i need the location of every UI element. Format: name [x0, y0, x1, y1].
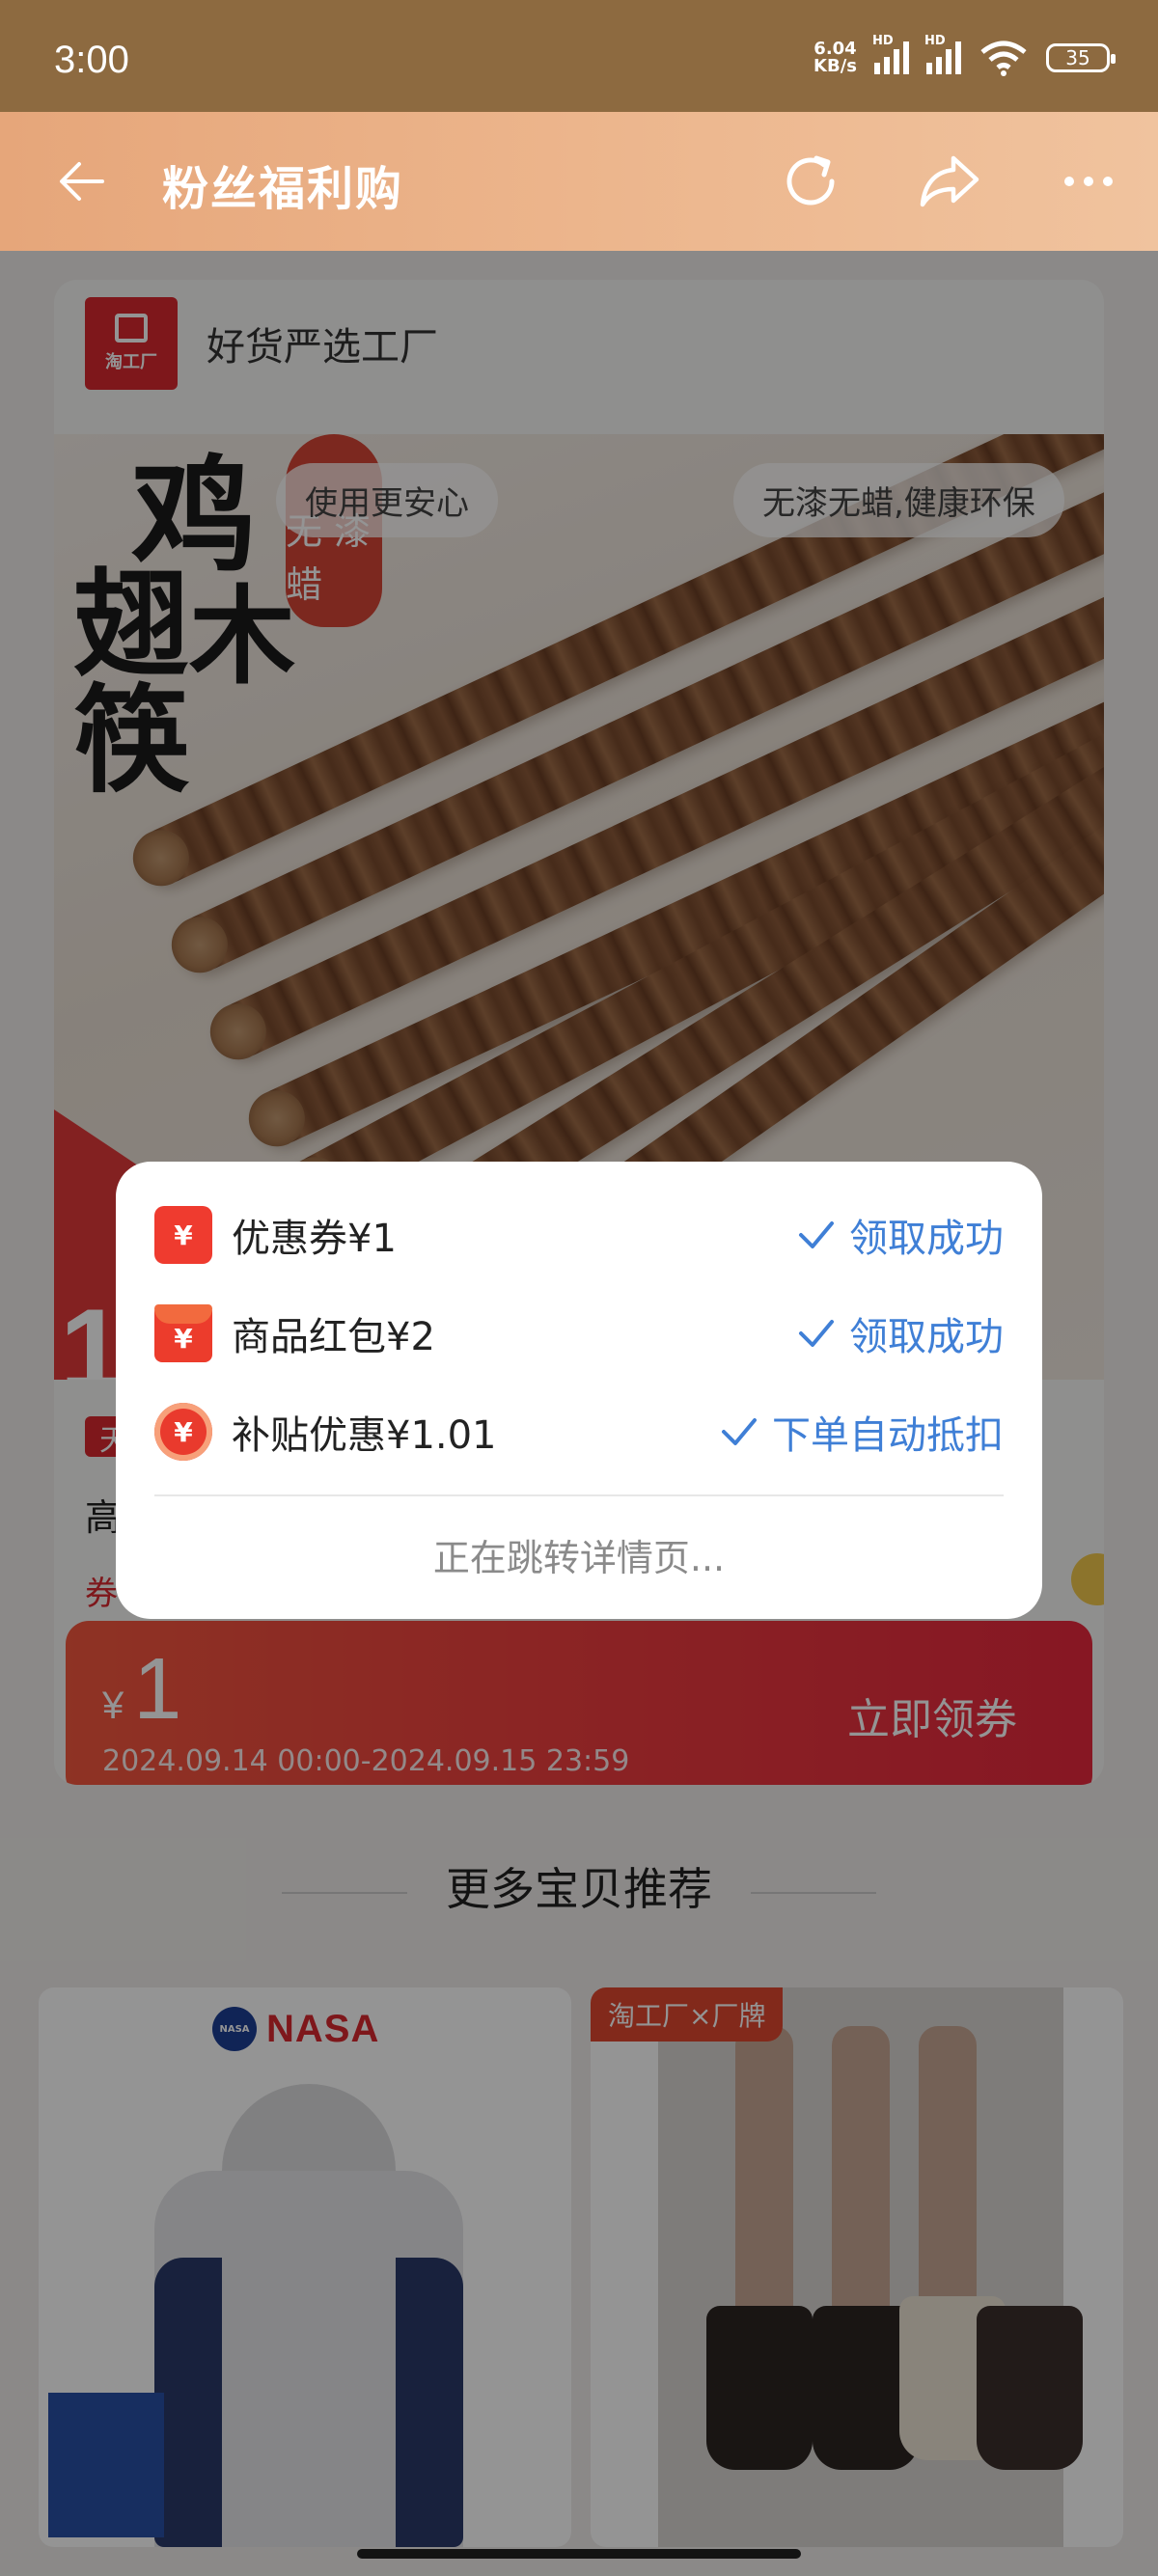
- network-speed: 6.04 KB/s: [813, 39, 857, 76]
- check-icon: [722, 1418, 757, 1445]
- more-icon[interactable]: [1056, 149, 1121, 214]
- status-time: 3:00: [54, 39, 129, 81]
- check-icon: [799, 1320, 834, 1347]
- divider: [154, 1494, 1004, 1496]
- wifi-icon: [980, 41, 1027, 76]
- signal-icon: HD: [872, 34, 909, 74]
- refresh-icon[interactable]: [778, 149, 843, 214]
- status-bar: 3:00 6.04 KB/s HD HD 35: [0, 0, 1158, 112]
- reward-dialog: ¥ 优惠券¥1 领取成功 ¥ 商品红包¥2 领取成功 ¥ 补贴优惠¥1.01 下…: [116, 1162, 1042, 1619]
- app-header: 粉丝福利购: [0, 112, 1158, 251]
- check-icon: [799, 1221, 834, 1248]
- signal-icon: HD: [924, 34, 961, 74]
- red-packet-icon: ¥: [154, 1304, 212, 1362]
- reward-label: 商品红包¥2: [232, 1315, 435, 1359]
- reward-status: 下单自动抵扣: [720, 1404, 1004, 1460]
- redirect-text: 正在跳转详情页...: [432, 1537, 726, 1579]
- reward-status: 领取成功: [797, 1305, 1004, 1361]
- reward-status: 领取成功: [797, 1207, 1004, 1263]
- status-indicators: 6.04 KB/s HD HD 35: [813, 34, 1116, 77]
- battery-icon: 35: [1046, 43, 1116, 72]
- back-arrow-icon[interactable]: [54, 154, 108, 208]
- reward-row-coupon: ¥ 优惠券¥1 领取成功: [154, 1200, 1004, 1270]
- subsidy-icon: ¥: [154, 1403, 212, 1461]
- coupon-icon: ¥: [154, 1206, 212, 1264]
- reward-label: 优惠券¥1: [232, 1217, 397, 1261]
- reward-row-redpacket: ¥ 商品红包¥2 领取成功: [154, 1299, 1004, 1368]
- page-title: 粉丝福利购: [162, 162, 404, 216]
- share-icon[interactable]: [917, 149, 982, 214]
- reward-row-subsidy: ¥ 补贴优惠¥1.01 下单自动抵扣: [154, 1397, 1004, 1466]
- reward-label: 补贴优惠¥1.01: [232, 1413, 497, 1458]
